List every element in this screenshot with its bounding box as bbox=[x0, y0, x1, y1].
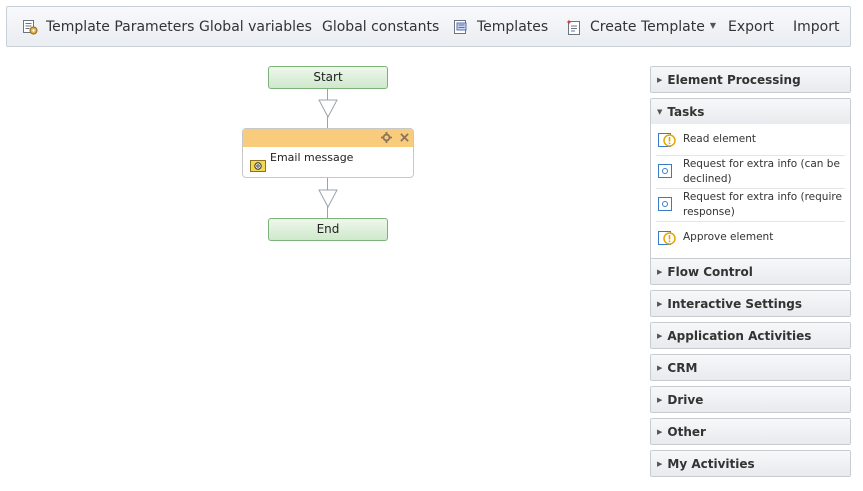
section-title: Flow Control bbox=[667, 264, 753, 279]
section-title: Element Processing bbox=[667, 72, 801, 87]
expand-arrow-icon: ▶ bbox=[657, 75, 663, 84]
email-message-task[interactable]: Email message bbox=[242, 128, 414, 178]
section-title: Drive bbox=[667, 392, 704, 407]
section-header[interactable]: ▶ Application Activities bbox=[651, 323, 850, 348]
section-my-activities: ▶ My Activities bbox=[650, 450, 851, 477]
expand-arrow-icon: ▶ bbox=[657, 331, 663, 340]
flow-arrow-icon bbox=[318, 189, 338, 208]
collapse-arrow-icon: ▼ bbox=[657, 107, 663, 116]
export-button[interactable]: Export bbox=[728, 7, 774, 46]
expand-arrow-icon: ▶ bbox=[657, 299, 663, 308]
end-node[interactable]: End bbox=[268, 218, 388, 241]
start-node[interactable]: Start bbox=[268, 66, 388, 89]
request-info-icon bbox=[658, 164, 676, 183]
import-button[interactable]: Import bbox=[793, 7, 839, 46]
section-element-processing: ▶ Element Processing bbox=[650, 66, 851, 93]
section-header[interactable]: ▶ CRM bbox=[651, 355, 850, 380]
section-header[interactable]: ▶ Flow Control bbox=[651, 259, 850, 284]
section-header[interactable]: ▶ My Activities bbox=[651, 451, 850, 476]
list-item-request-extra-info-required[interactable]: Request for extra info (require response… bbox=[656, 189, 845, 222]
start-node-label: Start bbox=[313, 70, 343, 84]
task-header bbox=[243, 129, 413, 147]
section-header[interactable]: ▼ Tasks bbox=[651, 99, 850, 124]
expand-arrow-icon: ▶ bbox=[657, 459, 663, 468]
task-item-label: Read element bbox=[683, 133, 757, 145]
section-header[interactable]: ▶ Drive bbox=[651, 387, 850, 412]
close-icon[interactable] bbox=[400, 130, 409, 145]
task-body: Email message bbox=[243, 147, 413, 177]
gear-icon[interactable] bbox=[381, 130, 392, 146]
list-item-request-extra-info-declinable[interactable]: Request for extra info (can be declined) bbox=[656, 156, 845, 189]
expand-arrow-icon: ▶ bbox=[657, 267, 663, 276]
section-header[interactable]: ▶ Other bbox=[651, 419, 850, 444]
read-element-icon bbox=[658, 132, 676, 153]
task-label: Email message bbox=[270, 151, 354, 164]
section-title: Interactive Settings bbox=[667, 296, 803, 311]
chevron-down-icon: ▼ bbox=[709, 20, 717, 30]
section-header[interactable]: ▶ Element Processing bbox=[651, 67, 850, 92]
section-title: Application Activities bbox=[667, 328, 812, 343]
section-header[interactable]: ▶ Interactive Settings bbox=[651, 291, 850, 316]
flow-arrow-icon bbox=[318, 99, 338, 118]
section-tasks: ▼ Tasks Read element Request for extra i… bbox=[650, 98, 851, 284]
request-info-icon bbox=[658, 197, 676, 216]
section-title: My Activities bbox=[667, 456, 755, 471]
section-application-activities: ▶ Application Activities bbox=[650, 322, 851, 349]
end-node-label: End bbox=[316, 222, 340, 236]
section-title: Tasks bbox=[667, 104, 705, 119]
section-drive: ▶ Drive bbox=[650, 386, 851, 413]
section-title: CRM bbox=[667, 360, 698, 375]
list-item-approve-element[interactable]: Approve element bbox=[656, 222, 845, 255]
task-list: Read element Request for extra info (can… bbox=[651, 124, 850, 255]
task-item-label: Request for extra info (can be declined) bbox=[683, 158, 840, 185]
email-icon bbox=[250, 157, 266, 176]
section-crm: ▶ CRM bbox=[650, 354, 851, 381]
task-item-label: Approve element bbox=[683, 231, 774, 243]
expand-arrow-icon: ▶ bbox=[657, 363, 663, 372]
section-other: ▶ Other bbox=[650, 418, 851, 445]
import-label: Import bbox=[793, 18, 840, 35]
expand-arrow-icon: ▶ bbox=[657, 427, 663, 436]
section-flow-control: ▶ Flow Control bbox=[650, 258, 851, 285]
section-title: Other bbox=[667, 424, 706, 439]
task-item-label: Request for extra info (require response… bbox=[683, 191, 842, 218]
expand-arrow-icon: ▶ bbox=[657, 395, 663, 404]
section-interactive-settings: ▶ Interactive Settings bbox=[650, 290, 851, 317]
workflow-canvas[interactable]: Start Email message End bbox=[0, 0, 640, 491]
approve-element-icon bbox=[658, 230, 676, 251]
list-item-read-element[interactable]: Read element bbox=[656, 124, 845, 156]
export-label: Export bbox=[728, 18, 774, 35]
